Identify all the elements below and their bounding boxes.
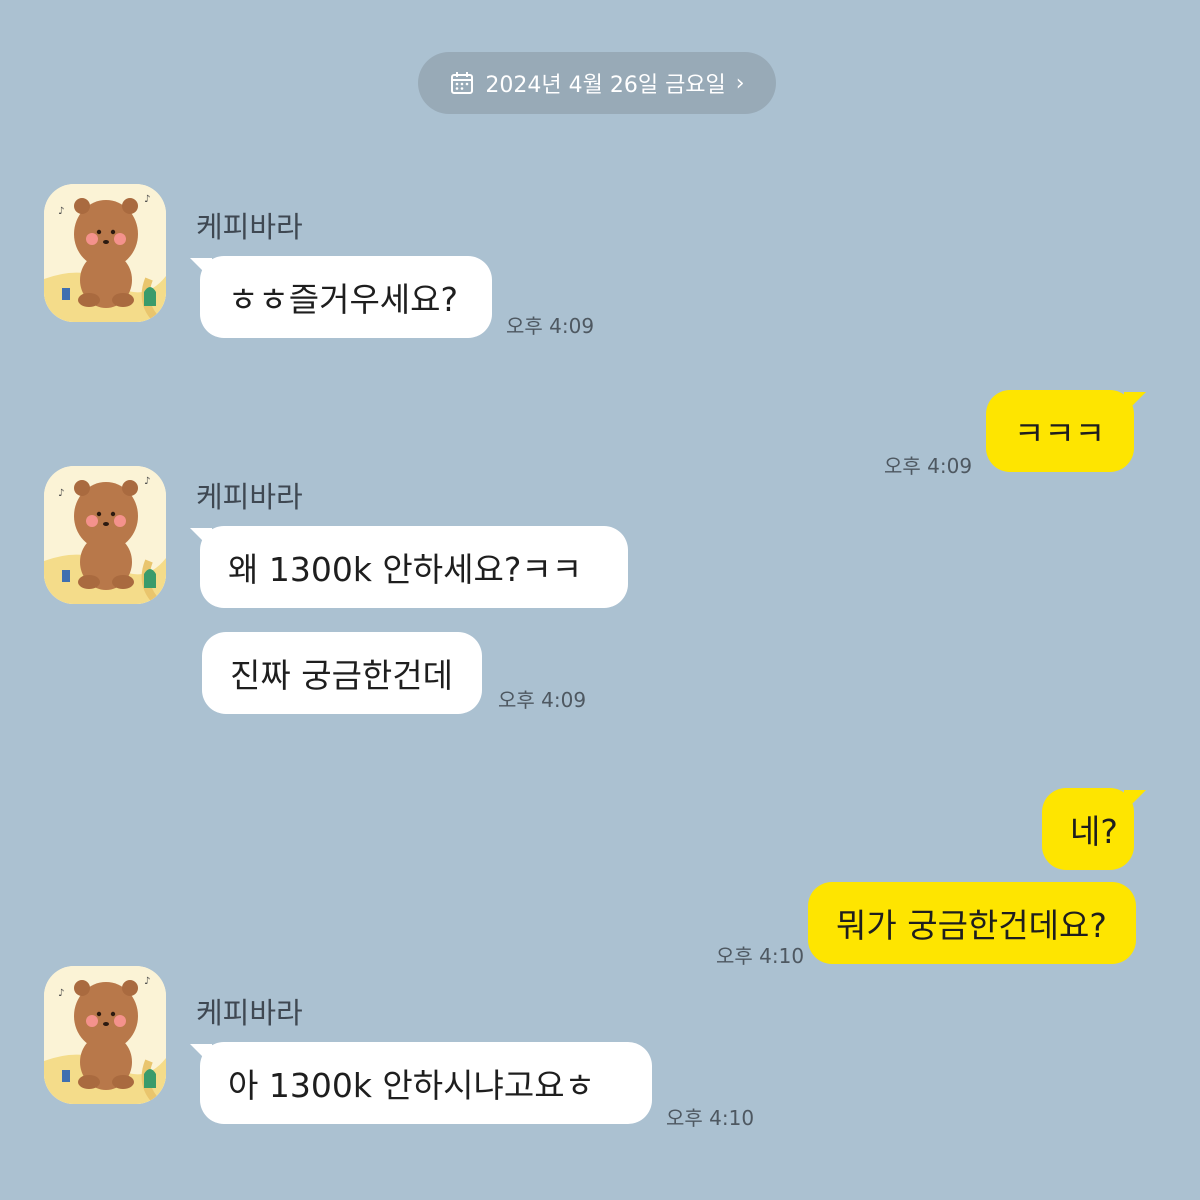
chevron-right-icon: › [735,70,745,96]
sender-name: 케피바라 [196,996,303,1030]
message-time: 오후 4:10 [716,944,805,968]
capybara-avatar-icon: ♪ ♪ [44,184,166,322]
message-time: 오후 4:09 [498,688,587,712]
svg-text:♪: ♪ [144,194,150,205]
calendar-icon [451,72,474,94]
date-divider[interactable]: 2024년 4월 26일 금요일 › [418,52,776,114]
contact-avatar[interactable]: ♪ ♪ [44,466,166,604]
message-time: 오후 4:09 [506,314,595,338]
contact-avatar[interactable]: ♪ ♪ [44,966,166,1104]
capybara-avatar-icon: ♪ ♪ [44,466,166,604]
message-bubble-incoming[interactable]: 왜 1300k 안하세요?ㅋㅋ [200,526,628,608]
message-time: 오후 4:09 [884,454,973,478]
capybara-avatar-icon: ♪ ♪ [44,966,166,1104]
contact-avatar[interactable]: ♪ ♪ [44,184,166,322]
svg-text:♪: ♪ [144,976,150,987]
message-bubble-incoming[interactable]: 아 1300k 안하시냐고요ㅎ [200,1042,652,1124]
svg-text:♪: ♪ [58,206,64,217]
bubble-tail [1124,392,1146,414]
bubble-tail [1124,790,1146,812]
message-bubble-outgoing[interactable]: 네? [1042,788,1134,870]
message-time: 오후 4:10 [666,1106,755,1130]
svg-text:♪: ♪ [144,476,150,487]
message-bubble-outgoing[interactable]: ㅋㅋㅋ [986,390,1134,472]
svg-text:♪: ♪ [58,988,64,999]
sender-name: 케피바라 [196,210,303,244]
svg-text:♪: ♪ [58,488,64,499]
message-bubble-incoming[interactable]: 진짜 궁금한건데 [202,632,482,714]
date-label: 2024년 4월 26일 금요일 [485,73,726,98]
message-bubble-outgoing[interactable]: 뭐가 궁금한건데요? [808,882,1136,964]
message-bubble-incoming[interactable]: ㅎㅎ즐거우세요? [200,256,492,338]
sender-name: 케피바라 [196,480,303,514]
